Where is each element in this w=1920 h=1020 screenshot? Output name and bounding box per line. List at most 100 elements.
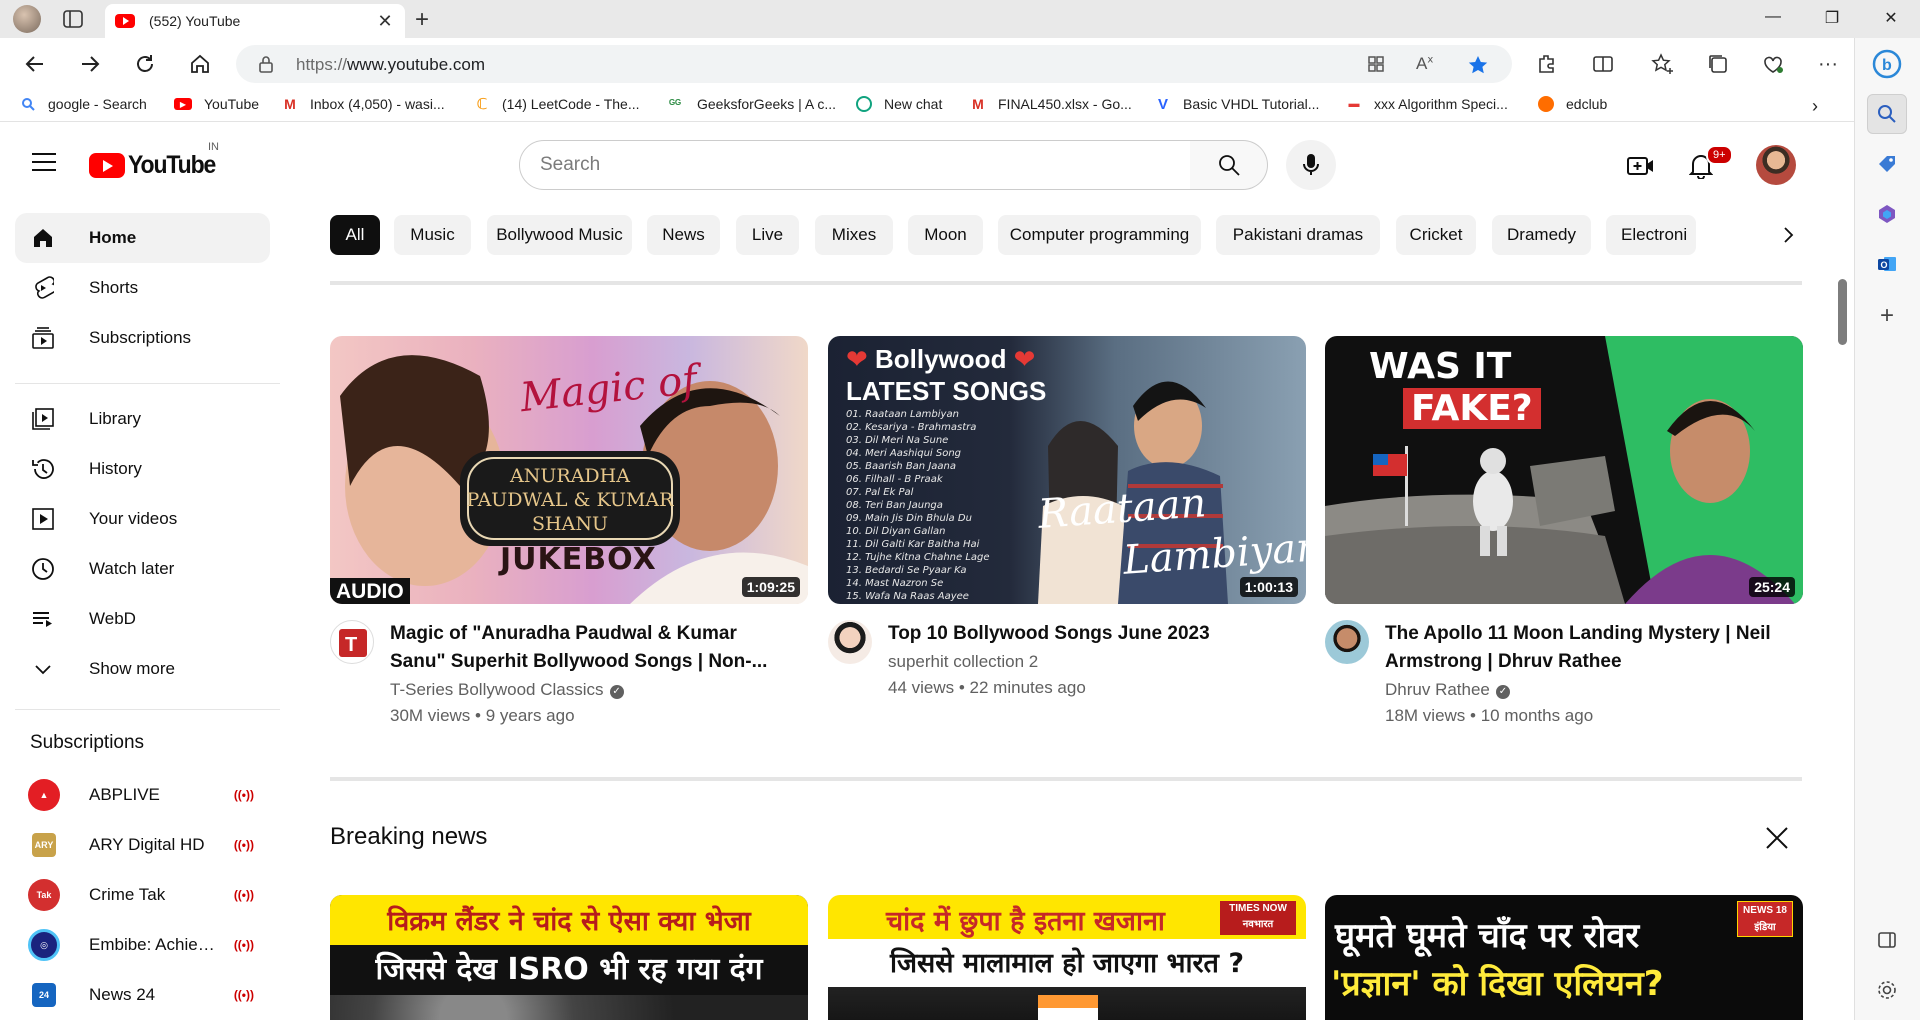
- browser-profile-avatar[interactable]: [13, 5, 41, 33]
- channel-name[interactable]: T-Series Bollywood Classics ✓: [390, 677, 624, 703]
- chip-pakistani-dramas[interactable]: Pakistani dramas: [1216, 215, 1380, 255]
- chip-live[interactable]: Live: [736, 215, 799, 255]
- subscription-abplive[interactable]: ▲ ABPLIVE ((•)): [15, 770, 270, 820]
- sidebar-search-icon[interactable]: [1867, 94, 1907, 134]
- chip-moon[interactable]: Moon: [908, 215, 983, 255]
- add-sidebar-app-icon[interactable]: +: [1867, 296, 1907, 336]
- news-thumbnail[interactable]: विक्रम लैंडर ने चांद से ऐसा क्या भेजा जि…: [330, 895, 808, 1020]
- bing-copilot-icon[interactable]: b: [1867, 44, 1907, 84]
- chip-news[interactable]: News: [647, 215, 720, 255]
- sidebar-item-subscriptions[interactable]: Subscriptions: [15, 313, 270, 363]
- sidebar-item-webd[interactable]: WebD: [15, 594, 270, 644]
- hide-sidebar-icon[interactable]: [1867, 920, 1907, 960]
- sidebar-settings-gear-icon[interactable]: [1867, 970, 1907, 1010]
- live-icon: ((•)): [233, 938, 254, 952]
- thumbnail-text-line2: FAKE?: [1403, 388, 1541, 429]
- home-button[interactable]: [186, 50, 214, 78]
- office-icon[interactable]: [1867, 194, 1907, 234]
- video-thumbnail[interactable]: Magic of ANURADHA PAUDWAL & KUMAR SHANU …: [330, 336, 808, 604]
- chip-music[interactable]: Music: [394, 215, 471, 255]
- youtube-logo[interactable]: YouTube IN: [89, 141, 223, 180]
- video-title[interactable]: Top 10 Bollywood Songs June 2023: [888, 620, 1288, 648]
- subscription-crime-tak[interactable]: Tak Crime Tak ((•)): [15, 870, 270, 920]
- dismiss-shelf-button[interactable]: [1762, 823, 1792, 853]
- voice-search-button[interactable]: [1286, 140, 1336, 190]
- favorite-star-icon[interactable]: [1467, 54, 1489, 76]
- sidebar-item-history[interactable]: History: [15, 444, 270, 494]
- more-options-icon[interactable]: ···: [1815, 51, 1841, 77]
- chip-dramedy[interactable]: Dramedy: [1492, 215, 1591, 255]
- collections-icon[interactable]: [1705, 51, 1731, 77]
- subscription-embibe[interactable]: ◎ Embibe: Achieve ... ((•)): [15, 920, 270, 970]
- close-window-button[interactable]: ✕: [1876, 8, 1906, 28]
- bookmark-gmail-inbox[interactable]: M Inbox (4,050) - wasi...: [282, 96, 444, 112]
- split-screen-icon[interactable]: [1590, 51, 1616, 77]
- sidebar-item-watch-later[interactable]: Watch later: [15, 544, 270, 594]
- browser-tab-youtube[interactable]: (552) YouTube ✕: [105, 4, 405, 38]
- address-bar[interactable]: https://www.youtube.com Aⅹ: [236, 45, 1512, 83]
- tab-actions-icon[interactable]: [62, 9, 84, 29]
- tab-close-icon[interactable]: ✕: [375, 11, 395, 32]
- browser-essentials-icon[interactable]: [1760, 51, 1786, 77]
- sidebar-item-library[interactable]: Library: [15, 394, 270, 444]
- video-thumbnail[interactable]: ❤ Bollywood ❤ LATEST SONGS 01. Raataan L…: [828, 336, 1306, 604]
- extensions-icon[interactable]: [1534, 51, 1560, 77]
- subscription-ary-digital[interactable]: ARY ARY Digital HD ((•)): [15, 820, 270, 870]
- bookmark-geeksforgeeks[interactable]: ᴳᴳ GeeksforGeeks | A c...: [665, 96, 836, 112]
- refresh-button[interactable]: [131, 50, 159, 78]
- sidebar-item-your-videos[interactable]: Your videos: [15, 494, 270, 544]
- bookmarks-more-chevron-icon[interactable]: ›: [1812, 96, 1818, 117]
- channel-avatar[interactable]: T: [330, 620, 374, 664]
- page-scrollbar[interactable]: [1838, 279, 1847, 345]
- favorites-icon[interactable]: [1650, 51, 1676, 77]
- search-button[interactable]: [1190, 140, 1268, 190]
- channel-name[interactable]: Dhruv Rathee ✓: [1385, 677, 1510, 703]
- sidebar-item-show-more[interactable]: Show more: [15, 644, 270, 694]
- channel-avatar[interactable]: [828, 620, 872, 664]
- chip-cricket[interactable]: Cricket: [1396, 215, 1476, 255]
- video-title[interactable]: The Apollo 11 Moon Landing Mystery | Nei…: [1385, 620, 1785, 676]
- times-now-logo: TIMES NOW नवभारत: [1220, 901, 1296, 935]
- video-title[interactable]: Magic of "Anuradha Paudwal & Kumar Sanu"…: [390, 620, 790, 676]
- read-aloud-icon[interactable]: Aⅹ: [1416, 54, 1433, 74]
- forward-button[interactable]: [76, 50, 104, 78]
- search-input[interactable]: [520, 141, 1120, 189]
- news-thumbnail[interactable]: चांद में छुपा है इतना खजाना TIMES NOW नव…: [828, 895, 1306, 1020]
- sidebar-item-shorts[interactable]: Shorts: [15, 263, 270, 313]
- channel-name-text: T-Series Bollywood Classics: [390, 680, 604, 699]
- chip-bollywood-music[interactable]: Bollywood Music: [487, 215, 632, 255]
- channel-avatar[interactable]: [1325, 620, 1369, 664]
- chip-mixes[interactable]: Mixes: [815, 215, 893, 255]
- chip-all[interactable]: All: [330, 215, 380, 255]
- new-tab-button[interactable]: +: [415, 6, 429, 34]
- video-thumbnail[interactable]: WAS IT FAKE? 25:24: [1325, 336, 1803, 604]
- restore-button[interactable]: ❐: [1817, 8, 1847, 28]
- bookmark-google-search[interactable]: google - Search: [20, 96, 147, 112]
- chip-computer-programming[interactable]: Computer programming: [998, 215, 1201, 255]
- outlook-icon[interactable]: O: [1867, 244, 1907, 284]
- bookmark-vhdl-tutorial[interactable]: V Basic VHDL Tutorial...: [1155, 96, 1319, 113]
- minimize-button[interactable]: —: [1758, 8, 1788, 26]
- channel-name[interactable]: superhit collection 2: [888, 649, 1038, 675]
- account-avatar[interactable]: [1756, 145, 1796, 185]
- bookmark-leetcode[interactable]: ℂ (14) LeetCode - The...: [474, 96, 639, 113]
- bookmark-edclub[interactable]: edclub: [1538, 96, 1607, 112]
- sidebar-item-home[interactable]: Home: [15, 213, 270, 263]
- back-button[interactable]: [21, 50, 49, 78]
- svg-text:b: b: [1882, 57, 1892, 74]
- thumbnail-song-item: 03. Dil Meri Na Sune: [846, 435, 949, 446]
- app-available-icon[interactable]: [1366, 54, 1386, 74]
- shopping-tag-icon[interactable]: [1867, 144, 1907, 184]
- bookmark-final450[interactable]: M FINAL450.xlsx - Go...: [970, 96, 1132, 112]
- news-thumbnail[interactable]: घूमते घूमते चाँद पर रोवर 'प्रज्ञान' को द…: [1325, 895, 1803, 1020]
- chips-next-button[interactable]: [1754, 215, 1798, 255]
- lock-icon[interactable]: [258, 55, 274, 73]
- chip-electronic[interactable]: Electroni: [1606, 215, 1696, 255]
- youtube-play-icon: [89, 153, 125, 178]
- create-video-button[interactable]: [1624, 149, 1658, 183]
- bookmark-youtube[interactable]: ▶ YouTube: [174, 96, 259, 112]
- subscription-news24[interactable]: 24 News 24 ((•)): [15, 970, 270, 1020]
- menu-hamburger-icon[interactable]: [32, 153, 56, 177]
- bookmark-algorithm[interactable]: ▬ xxx Algorithm Speci...: [1346, 96, 1508, 112]
- bookmark-new-chat[interactable]: New chat: [856, 96, 942, 112]
